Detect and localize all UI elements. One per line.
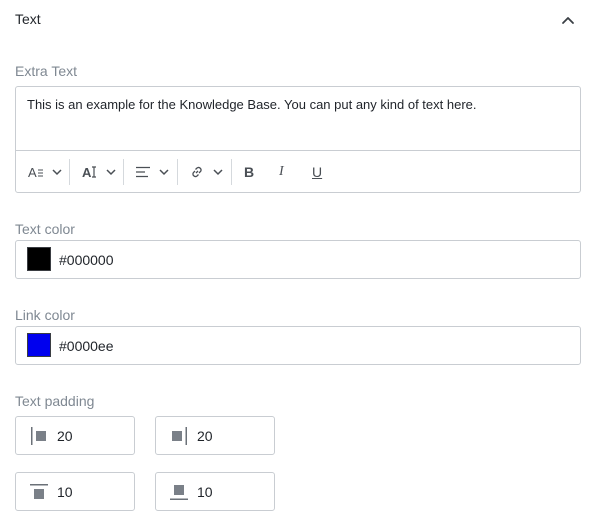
italic-button[interactable]: I [279, 151, 284, 193]
svg-text:A: A [82, 165, 92, 179]
bold-button[interactable]: B [244, 151, 254, 193]
toolbar-divider [231, 159, 232, 185]
chevron-down-icon [52, 168, 62, 176]
font-size-icon: A [28, 165, 44, 179]
link-color-label: Link color [15, 307, 75, 323]
text-padding-label: Text padding [15, 393, 95, 409]
toolbar-divider [177, 159, 178, 185]
font-size-button[interactable]: A [28, 151, 62, 193]
chevron-down-icon [106, 168, 116, 176]
padding-right-icon [170, 427, 188, 445]
text-color-label: Text color [15, 221, 75, 237]
bold-label: B [244, 164, 255, 180]
section-header[interactable]: Text [0, 0, 594, 40]
link-color-swatch[interactable] [27, 333, 51, 357]
padding-bottom-value[interactable]: 10 [197, 484, 213, 500]
padding-left-icon [30, 427, 48, 445]
text-color-swatch[interactable] [27, 247, 51, 271]
svg-text:A: A [28, 165, 37, 179]
padding-right-field[interactable]: 20 [155, 416, 275, 455]
padding-top-icon [30, 483, 48, 501]
font-family-icon: A [82, 165, 98, 179]
toolbar-divider [123, 159, 124, 185]
link-color-value[interactable]: #0000ee [59, 338, 114, 354]
editor-toolbar: A A B I U [16, 150, 580, 193]
align-button[interactable] [136, 151, 169, 193]
toolbar-divider [69, 159, 70, 185]
underline-label: U [312, 164, 323, 180]
font-family-button[interactable]: A [82, 151, 116, 193]
chevron-down-icon [213, 168, 223, 176]
padding-right-value[interactable]: 20 [197, 428, 213, 444]
extra-text-label: Extra Text [15, 63, 77, 79]
link-color-field[interactable]: #0000ee [15, 326, 581, 365]
underline-button[interactable]: U [312, 151, 322, 193]
padding-left-value[interactable]: 20 [57, 428, 73, 444]
text-color-field[interactable]: #000000 [15, 240, 581, 279]
padding-top-field[interactable]: 10 [15, 472, 135, 511]
padding-bottom-icon [170, 483, 188, 501]
rich-text-editor[interactable]: This is an example for the Knowledge Bas… [15, 86, 581, 193]
padding-top-value[interactable]: 10 [57, 484, 73, 500]
section-title: Text [15, 11, 41, 27]
text-color-value[interactable]: #000000 [59, 252, 114, 268]
chevron-up-icon[interactable] [559, 11, 577, 29]
padding-left-field[interactable]: 20 [15, 416, 135, 455]
italic-label: I [279, 164, 284, 179]
editor-content[interactable]: This is an example for the Knowledge Bas… [27, 97, 477, 112]
chevron-down-icon [159, 168, 169, 176]
align-left-icon [136, 166, 150, 178]
link-button[interactable] [190, 151, 223, 193]
link-icon [190, 165, 204, 179]
padding-bottom-field[interactable]: 10 [155, 472, 275, 511]
